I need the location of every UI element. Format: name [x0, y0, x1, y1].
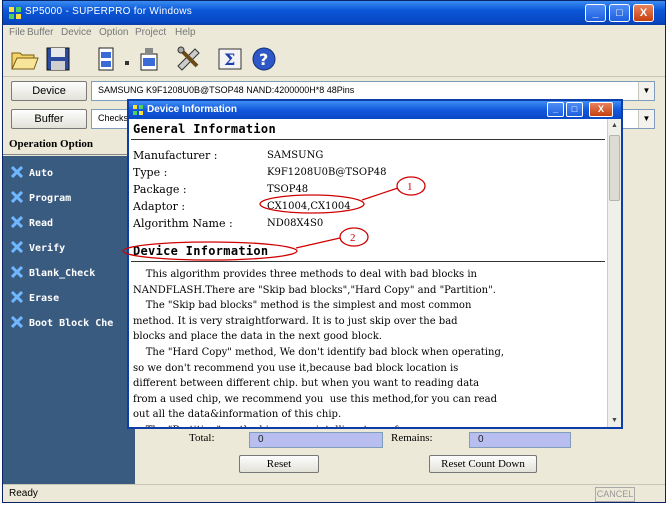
menu-device[interactable]: Device — [61, 27, 92, 38]
total-label: Total: — [189, 432, 215, 444]
package-label: Package : — [133, 183, 187, 196]
chevron-down-icon[interactable]: ▼ — [638, 110, 654, 128]
menu-buffer[interactable]: Buffer — [27, 27, 54, 38]
cross-star-icon — [11, 166, 23, 178]
help-icon[interactable]: ? — [249, 44, 279, 74]
operation-item-label: Blank_Check — [29, 268, 96, 279]
dialog-maximize-button[interactable]: □ — [566, 102, 583, 117]
device-select[interactable]: SAMSUNG K9F1208U0B@TSOP48 NAND:4200000H*… — [91, 81, 655, 101]
manufacturer-value: SAMSUNG — [267, 150, 324, 161]
scroll-up-icon[interactable]: ▲ — [608, 119, 621, 132]
save-disk-icon[interactable] — [43, 44, 73, 74]
operation-item-label: Auto — [29, 168, 54, 179]
chevron-down-icon[interactable]: ▼ — [638, 82, 654, 100]
status-bar: Ready CANCEL — [3, 484, 665, 502]
reset-button[interactable]: Reset — [239, 455, 319, 473]
cross-star-icon — [11, 266, 23, 278]
maximize-button[interactable]: □ — [609, 4, 630, 22]
chip-load-icon[interactable] — [91, 44, 121, 74]
window-title: SP5000 - SUPERPRO for Windows — [25, 6, 193, 17]
total-field: 0 — [249, 432, 383, 448]
operation-panel: Auto Program Read Verify Blank_Check Era… — [3, 156, 135, 484]
operation-item-read[interactable]: Read — [11, 216, 53, 232]
divider — [131, 261, 605, 262]
type-label: Type : — [133, 166, 168, 179]
dialog-scrollbar[interactable]: ▲ ▼ — [607, 119, 621, 427]
device-button[interactable]: Device — [11, 81, 87, 101]
cross-star-icon — [11, 191, 23, 203]
divider — [131, 139, 605, 140]
cross-star-icon — [11, 316, 23, 328]
minimize-button[interactable]: _ — [585, 4, 606, 22]
algorithm-name-value: ND08X4S0 — [267, 218, 324, 229]
menu-project[interactable]: Project — [135, 27, 166, 38]
status-text: Ready — [9, 488, 38, 499]
settings-tools-icon[interactable] — [173, 44, 203, 74]
title-bar[interactable]: SP5000 - SUPERPRO for Windows _ □ X — [3, 1, 665, 25]
toolbar-dropdown-dot — [125, 61, 129, 65]
device-information-description: This algorithm provides three methods to… — [133, 269, 505, 427]
general-information-heading: General Information — [133, 122, 276, 136]
operation-item-erase[interactable]: Erase — [11, 291, 59, 307]
checksum-select-value: Checks — [98, 113, 129, 123]
operation-item-boot-block-check[interactable]: Boot Block Che — [11, 316, 113, 332]
operation-item-verify[interactable]: Verify — [11, 241, 65, 257]
cross-star-icon — [11, 241, 23, 253]
app-icon — [9, 7, 21, 19]
operation-item-label: Erase — [29, 293, 60, 304]
checksum-sigma-icon[interactable]: Σ — [215, 44, 245, 74]
device-select-value: SAMSUNG K9F1208U0B@TSOP48 NAND:4200000H*… — [98, 85, 355, 95]
operation-item-label: Boot Block Che — [29, 318, 114, 329]
cancel-button[interactable]: CANCEL — [595, 487, 635, 502]
algorithm-name-label: Algorithm Name : — [133, 217, 233, 230]
cross-star-icon — [11, 291, 23, 303]
svg-text:?: ? — [259, 50, 268, 69]
adaptor-value: CX1004,CX1004 — [267, 201, 351, 212]
menu-option[interactable]: Option — [99, 27, 128, 38]
menu-file[interactable]: File — [9, 27, 25, 38]
close-button[interactable]: X — [633, 4, 654, 22]
remains-field: 0 — [469, 432, 571, 448]
dialog-content: General Information Manufacturer : SAMSU… — [129, 119, 609, 427]
type-value: K9F1208U0B@TSOP48 — [267, 167, 387, 178]
device-information-heading: Device Information — [133, 244, 269, 258]
scroll-thumb[interactable] — [609, 135, 620, 201]
toolbar: Σ ? — [3, 41, 665, 77]
device-information-dialog: Device Information _ □ X General Informa… — [127, 99, 623, 429]
operation-item-label: Verify — [29, 243, 66, 254]
cross-star-icon — [11, 216, 23, 228]
operation-item-label: Program — [29, 193, 72, 204]
open-folder-icon[interactable] — [9, 44, 39, 74]
menu-help[interactable]: Help — [175, 27, 196, 38]
dialog-close-button[interactable]: X — [589, 102, 613, 117]
menu-bar: File Buffer Device Option Project Help — [3, 25, 665, 41]
operation-option-header: Operation Option — [3, 133, 135, 155]
app-icon — [133, 105, 143, 115]
dialog-title: Device Information — [147, 104, 238, 115]
buffer-button[interactable]: Buffer — [11, 109, 87, 129]
operation-item-auto[interactable]: Auto — [11, 166, 53, 182]
adaptor-label: Adaptor : — [133, 200, 186, 213]
chip-save-icon[interactable] — [133, 44, 163, 74]
scroll-down-icon[interactable]: ▼ — [608, 414, 621, 427]
remains-label: Remains: — [391, 432, 433, 444]
operation-item-program[interactable]: Program — [11, 191, 71, 207]
dialog-minimize-button[interactable]: _ — [547, 102, 564, 117]
dialog-title-bar[interactable]: Device Information _ □ X — [129, 101, 621, 119]
svg-text:Σ: Σ — [224, 50, 235, 69]
package-value: TSOP48 — [267, 184, 309, 195]
operation-item-blank-check[interactable]: Blank_Check — [11, 266, 95, 282]
reset-count-down-button[interactable]: Reset Count Down — [429, 455, 537, 473]
operation-item-label: Read — [29, 218, 54, 229]
manufacturer-label: Manufacturer : — [133, 149, 218, 162]
